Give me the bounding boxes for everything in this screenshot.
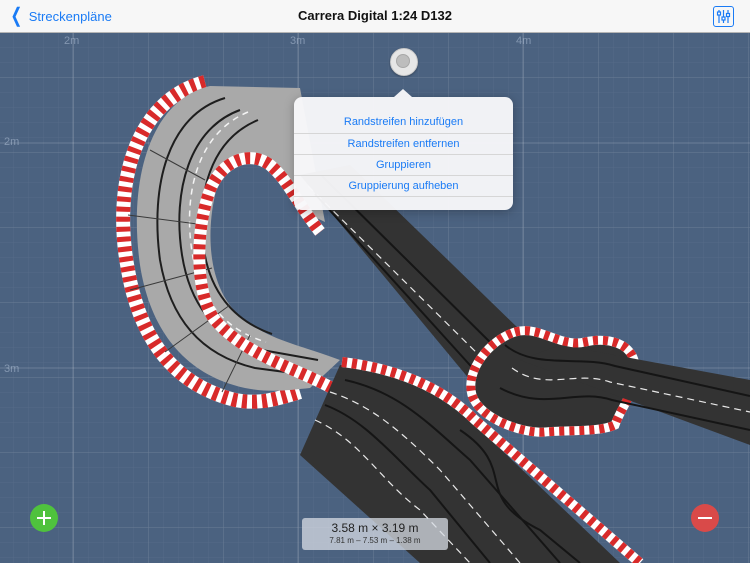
- minus-icon: [691, 504, 719, 532]
- page-title: Carrera Digital 1:24 D132: [298, 8, 452, 23]
- menu-item-add-curb[interactable]: Randstreifen hinzufügen: [294, 112, 513, 132]
- settings-button[interactable]: [713, 6, 734, 27]
- dimension-readout: 3.58 m × 3.19 m 7.81 m – 7.53 m – 1.38 m: [302, 518, 448, 550]
- remove-track-button[interactable]: [691, 504, 719, 532]
- dimension-main: 3.58 m × 3.19 m: [331, 521, 419, 535]
- grid-label-x-4m: 4m: [516, 35, 532, 47]
- menu-item-remove-curb[interactable]: Randstreifen entfernen: [294, 134, 513, 154]
- dimension-lengths: 7.81 m – 7.53 m – 1.38 m: [329, 536, 421, 545]
- grid-label-y-2m: 2m: [4, 136, 20, 148]
- menu-item-ungroup[interactable]: Gruppierung aufheben: [294, 176, 513, 196]
- rotate-handle[interactable]: [390, 48, 418, 76]
- grid-label-x-2m: 2m: [64, 35, 80, 47]
- menu-divider: [294, 196, 513, 197]
- menu-item-group[interactable]: Gruppieren: [294, 155, 513, 175]
- sliders-icon: [716, 10, 731, 23]
- add-track-button[interactable]: [30, 504, 58, 532]
- grid-label-x-3m: 3m: [290, 35, 306, 47]
- navigation-bar: ❮ Streckenpläne Carrera Digital 1:24 D13…: [0, 0, 750, 33]
- context-menu: Randstreifen hinzufügen Randstreifen ent…: [294, 89, 513, 210]
- plus-icon: [30, 504, 58, 532]
- grid-label-y-3m: 3m: [4, 363, 20, 375]
